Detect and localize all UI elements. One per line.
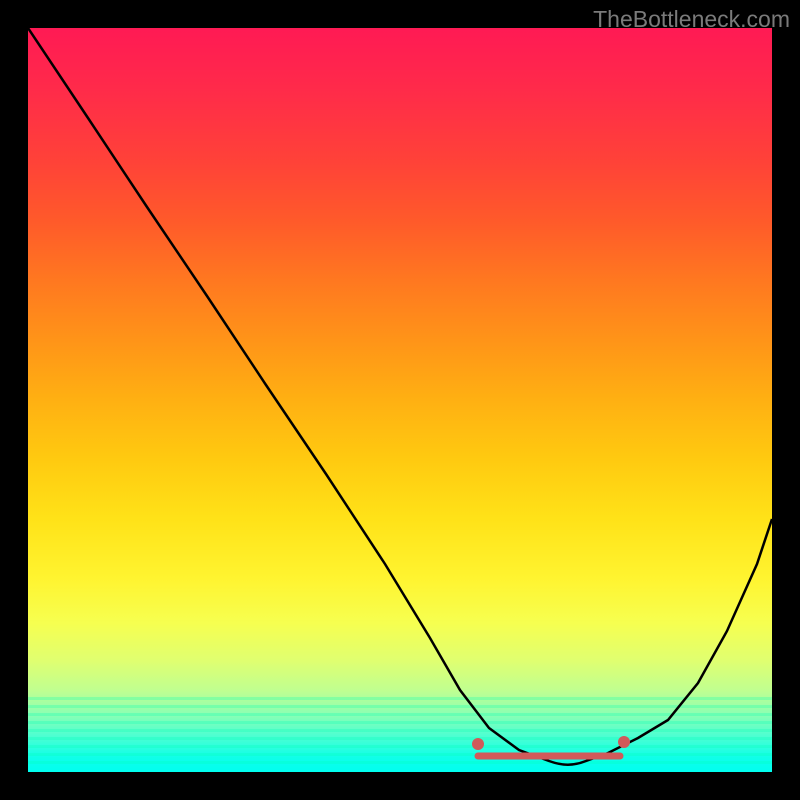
bottleneck-curve-line [28, 28, 772, 765]
optimal-marker-left [472, 738, 484, 750]
chart-plot-area [28, 28, 772, 772]
watermark-text: TheBottleneck.com [593, 6, 790, 33]
optimal-marker-right [618, 736, 630, 748]
chart-svg [28, 28, 772, 772]
